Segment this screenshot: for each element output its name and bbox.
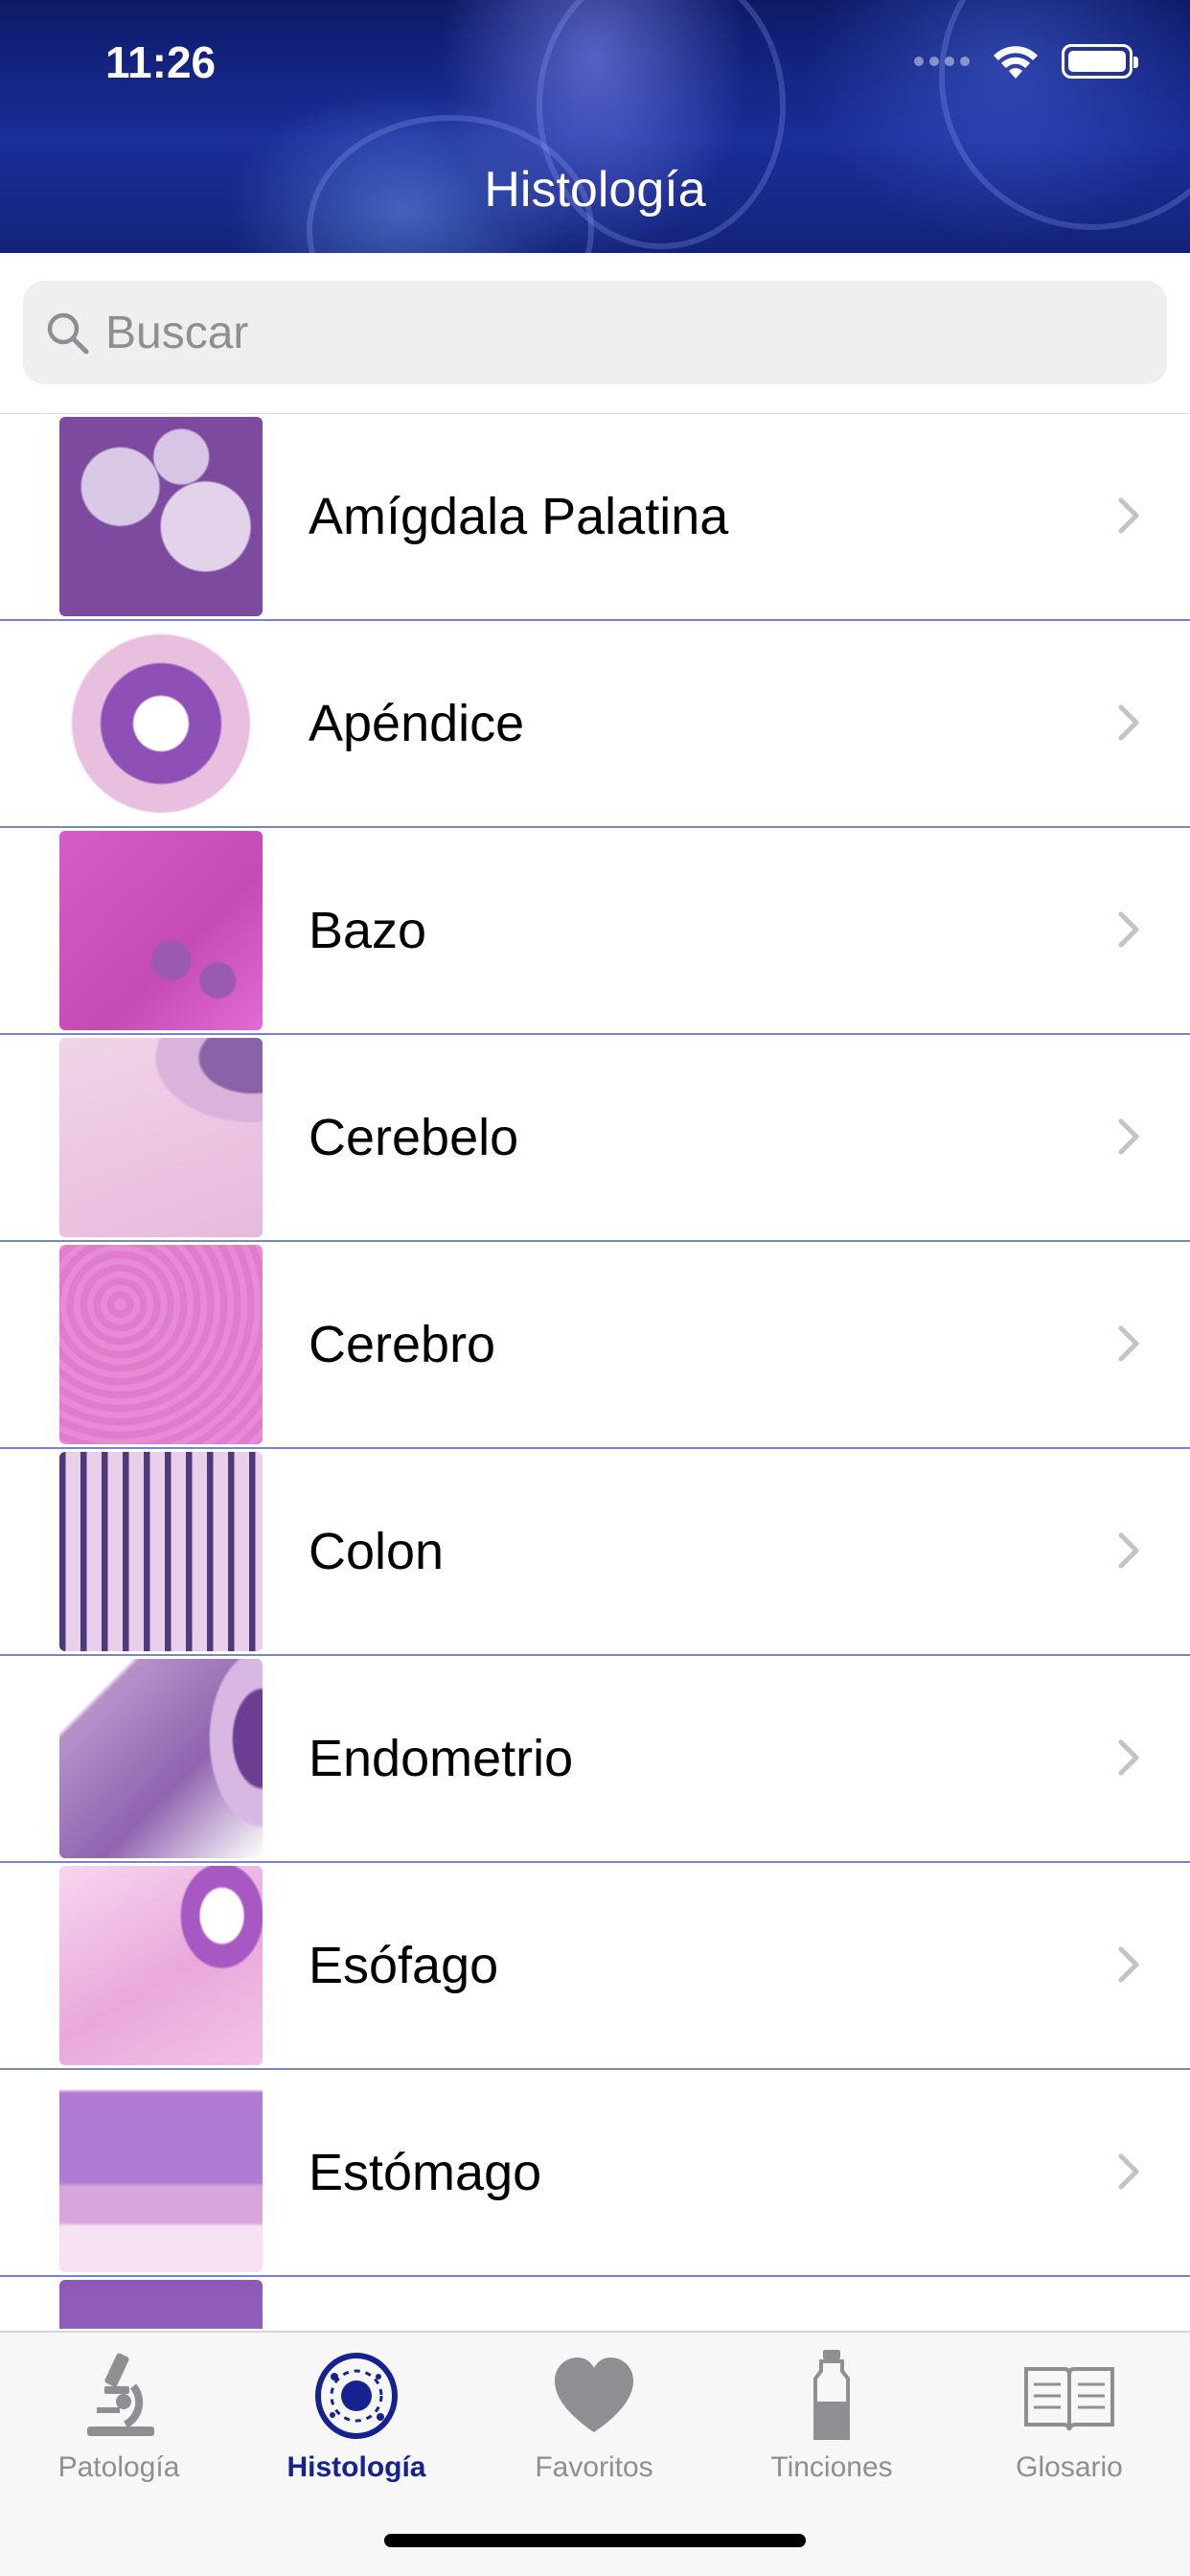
navigation-header: 11:26 Histología — [0, 0, 1190, 253]
list-item[interactable]: Amígdala Palatina — [0, 414, 1190, 621]
list-item-label: Estómago — [309, 2144, 542, 2201]
tissue-thumbnail — [59, 831, 263, 1030]
home-indicator[interactable] — [384, 2534, 806, 2547]
chevron-right-icon — [1118, 704, 1139, 741]
tab-histologia[interactable]: Histología — [238, 2348, 475, 2492]
tab-label: Patología — [57, 2451, 180, 2483]
list-item-label: Amígdala Palatina — [309, 488, 729, 545]
list-item-label: Apéndice — [309, 695, 525, 752]
search-bar[interactable] — [23, 281, 1167, 384]
cellular-signal-icon — [914, 57, 970, 66]
chevron-right-icon — [1118, 497, 1139, 534]
chevron-right-icon — [1118, 1739, 1139, 1776]
chevron-right-icon — [1118, 1946, 1139, 1983]
bottle-icon — [813, 2350, 850, 2440]
search-icon — [47, 312, 89, 355]
tab-label: Tinciones — [770, 2451, 893, 2483]
list-item-label: Endometrio — [309, 1730, 574, 1787]
tissue-list: Amígdala Palatina Apéndice Bazo Cerebelo… — [0, 414, 1190, 2329]
battery-icon — [1062, 44, 1138, 79]
tab-tinciones[interactable]: Tinciones — [713, 2348, 950, 2492]
tissue-thumbnail — [59, 1452, 263, 1651]
list-item-label: Cerebelo — [309, 1109, 519, 1166]
book-icon — [1024, 2367, 1114, 2431]
list-item[interactable]: Colon — [0, 1449, 1190, 1656]
tissue-thumbnail — [59, 624, 263, 823]
tab-label: Favoritos — [535, 2451, 653, 2483]
search-input[interactable] — [105, 306, 1064, 359]
tissue-thumbnail — [59, 417, 263, 616]
heart-icon — [555, 2358, 633, 2432]
chevron-right-icon — [1118, 911, 1139, 948]
page-title: Histología — [484, 162, 706, 218]
tissue-thumbnail — [59, 1866, 263, 2065]
chevron-right-icon — [1118, 1118, 1139, 1155]
list-item-label: Bazo — [309, 902, 427, 959]
tab-glosario[interactable]: Glosario — [950, 2348, 1188, 2492]
tab-favoritos[interactable]: Favoritos — [475, 2348, 713, 2492]
wifi-icon — [994, 46, 1038, 79]
chevron-right-icon — [1118, 1325, 1139, 1362]
search-container — [0, 253, 1190, 414]
tissue-thumbnail — [59, 2073, 263, 2272]
tissue-thumbnail — [59, 1659, 263, 1858]
list-item[interactable]: Bazo — [0, 828, 1190, 1035]
tissue-thumbnail — [59, 2280, 263, 2329]
cell-icon — [315, 2353, 398, 2439]
chevron-right-icon — [1118, 2153, 1139, 2190]
microscope-icon — [87, 2353, 154, 2436]
list-item[interactable]: Esófago — [0, 1863, 1190, 2070]
chevron-right-icon — [1118, 1532, 1139, 1569]
tab-patologia[interactable]: Patología — [0, 2348, 238, 2492]
tissue-thumbnail — [59, 1245, 263, 1444]
list-item-partial[interactable] — [0, 2277, 1190, 2329]
list-item-label: Esófago — [309, 1937, 499, 1994]
tab-label: Glosario — [1016, 2451, 1123, 2483]
list-item[interactable]: Apéndice — [0, 621, 1190, 828]
list-item[interactable]: Cerebro — [0, 1242, 1190, 1449]
list-item-label: Cerebro — [309, 1316, 496, 1373]
tab-label: Histología — [286, 2451, 426, 2483]
list-item[interactable]: Estómago — [0, 2070, 1190, 2277]
list-item-label: Colon — [309, 1523, 445, 1580]
tissue-thumbnail — [59, 1038, 263, 1237]
list-item[interactable]: Endometrio — [0, 1656, 1190, 1863]
list-item[interactable]: Cerebelo — [0, 1035, 1190, 1242]
status-icons — [914, 42, 1138, 80]
status-time: 11:26 — [105, 37, 217, 87]
